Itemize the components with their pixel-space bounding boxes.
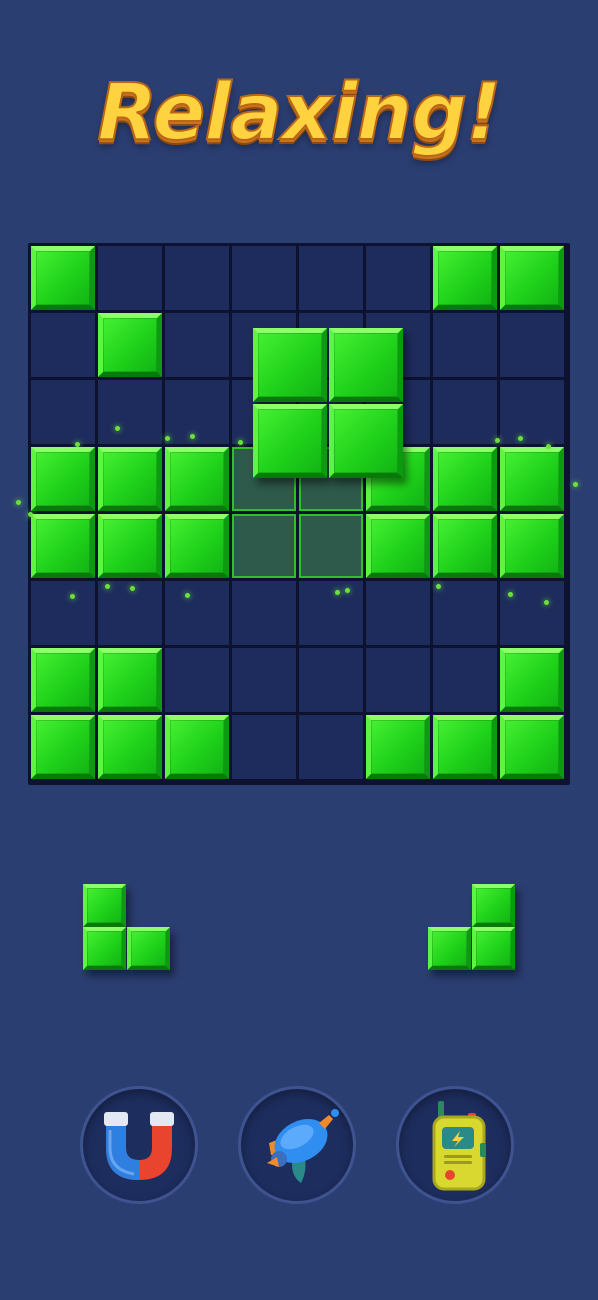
filled-block [433,246,497,310]
sparkle [544,600,549,605]
tray-piece-left[interactable] [83,884,171,972]
filled-block [366,514,430,578]
placement-preview-cell [232,514,296,578]
board-cell[interactable] [366,581,430,645]
sparkle [345,588,350,593]
rocket-booster[interactable] [238,1086,356,1204]
sparkle [185,593,190,598]
sparkle [190,434,195,439]
filled-block [500,715,564,779]
filled-block [500,246,564,310]
sparkle [115,426,120,431]
board-cell[interactable] [366,246,430,310]
board-cell[interactable] [500,313,564,377]
filled-block [31,447,95,511]
board-cell[interactable] [98,246,162,310]
board-cell[interactable] [433,648,497,712]
tray-block [83,884,126,927]
board-cell[interactable] [232,581,296,645]
board-cell[interactable] [31,380,95,444]
board-cell[interactable] [98,581,162,645]
magnet-icon [104,1112,174,1180]
filled-block [31,246,95,310]
filled-block [98,447,162,511]
board-cell[interactable] [299,715,363,779]
filled-block [433,715,497,779]
board-cell[interactable] [500,380,564,444]
walkie-talkie-icon [432,1101,486,1191]
rocket-icon [267,1109,339,1183]
dragging-block [329,404,403,478]
filled-block [500,514,564,578]
filled-block [98,715,162,779]
board-cell[interactable] [165,380,229,444]
tray-block [472,927,515,970]
filled-block [165,514,229,578]
sparkle [335,590,340,595]
board-cell[interactable] [165,313,229,377]
tray-piece-right[interactable] [428,884,516,972]
tray-block [127,927,170,970]
magnet-booster[interactable] [80,1086,198,1204]
sparkle [573,482,578,487]
sparkle [495,438,500,443]
sparkle [436,584,441,589]
sparkle [16,500,21,505]
filled-block [433,514,497,578]
filled-block [98,313,162,377]
tray-block [472,884,515,927]
sparkle [130,586,135,591]
dragging-block [329,328,403,402]
sparkle [518,436,523,441]
filled-block [433,447,497,511]
tray-block [428,927,471,970]
sparkle [508,592,513,597]
filled-block [31,648,95,712]
board-cell[interactable] [31,581,95,645]
dragging-block [253,328,327,402]
filled-block [165,447,229,511]
board-cell[interactable] [433,581,497,645]
placement-preview-cell [299,514,363,578]
sparkle [165,436,170,441]
board-cell[interactable] [165,246,229,310]
sparkle [105,584,110,589]
sparkle [75,442,80,447]
board-cell[interactable] [433,313,497,377]
tray-block [83,927,126,970]
board-cell[interactable] [500,581,564,645]
filled-block [165,715,229,779]
board-cell[interactable] [165,648,229,712]
filled-block [98,648,162,712]
filled-block [98,514,162,578]
board-cell[interactable] [232,715,296,779]
board-cell[interactable] [299,246,363,310]
filled-block [500,648,564,712]
board-cell[interactable] [98,380,162,444]
board-cell[interactable] [232,648,296,712]
board-cell[interactable] [433,380,497,444]
board-cell[interactable] [299,581,363,645]
game-board[interactable] [28,243,570,785]
sparkle [28,512,33,517]
filled-block [31,514,95,578]
sparkle [70,594,75,599]
dragging-block [253,404,327,478]
sparkle [546,444,551,449]
dragging-piece[interactable] [253,328,405,480]
board-cell[interactable] [366,648,430,712]
filled-block [31,715,95,779]
banner-relaxing: Relaxing! [96,67,502,159]
filled-block [500,447,564,511]
walkie-talkie-booster[interactable] [396,1086,514,1204]
board-cell[interactable] [299,648,363,712]
board-cell[interactable] [232,246,296,310]
sparkle [238,440,243,445]
board-cell[interactable] [31,313,95,377]
filled-block [366,715,430,779]
board-cell[interactable] [165,581,229,645]
